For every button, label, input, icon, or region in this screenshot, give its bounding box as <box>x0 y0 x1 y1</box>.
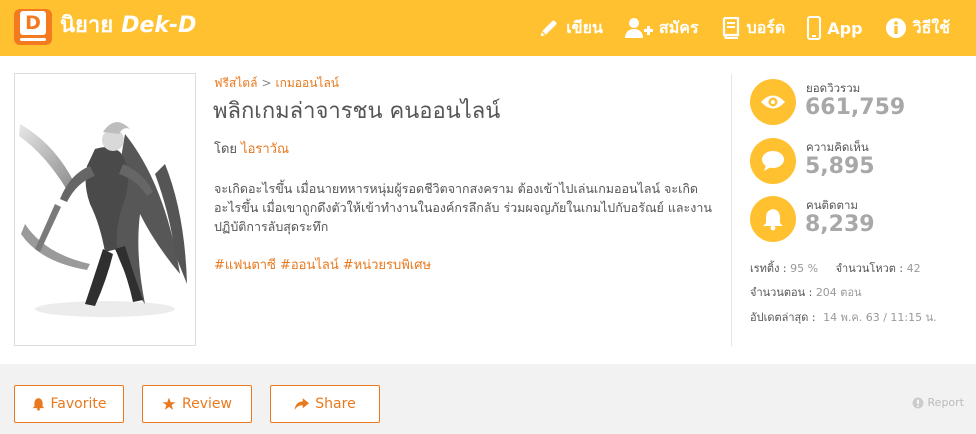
logo-letter: D <box>20 11 46 35</box>
report-label: Report <box>927 396 964 409</box>
bell-icon <box>32 398 44 411</box>
nav-register-label: สมัคร <box>658 17 699 37</box>
brand-thai: นิยาย <box>60 13 114 38</box>
alert-icon <box>912 397 923 408</box>
top-navbar: D นิยาย Dek-D เขียน สมัคร บอร์ด App วิธีใ… <box>0 0 976 56</box>
pencil-icon <box>540 20 557 37</box>
brand-english: Dek-D <box>121 13 197 38</box>
comments-count: 5,895 <box>805 154 875 179</box>
favorite-button[interactable]: Favorite <box>14 385 124 423</box>
bell-icon <box>750 196 796 242</box>
updated-label: อัปเดตล่าสุด : <box>750 311 816 324</box>
book-icon <box>722 17 739 39</box>
nav-app-label: App <box>827 18 863 38</box>
stat-comments: ความคิดเห็น 5,895 <box>750 138 960 186</box>
nav-register[interactable]: สมัคร <box>624 16 699 41</box>
rating-label: เรทติ้ง : <box>750 262 787 275</box>
dekd-logo-icon[interactable]: D <box>14 9 52 45</box>
report-link[interactable]: Report <box>912 396 964 409</box>
vertical-divider <box>731 74 732 346</box>
story-author: โดย ไอราวัณ <box>214 138 289 159</box>
star-icon <box>162 397 176 410</box>
votes-label: จำนวนโหวต : <box>835 262 904 275</box>
breadcrumb-subcategory[interactable]: เกมออนไลน์ <box>276 76 340 90</box>
nav-write[interactable]: เขียน <box>538 16 603 41</box>
brand-name[interactable]: นิยาย Dek-D <box>60 11 196 41</box>
chat-bubble-icon <box>750 138 796 184</box>
stat-views: ยอดวิวรวม 661,759 <box>750 79 960 127</box>
tag-link[interactable]: #แฟนตาซี <box>214 258 276 273</box>
votes-value: 42 <box>906 262 921 275</box>
followers-count: 8,239 <box>805 212 875 237</box>
add-user-icon <box>624 18 653 38</box>
info-icon <box>885 18 906 38</box>
nav-help-label: วิธีใช้ <box>912 17 950 37</box>
nav-help[interactable]: วิธีใช้ <box>885 16 950 41</box>
nav-board[interactable]: บอร์ด <box>721 16 786 41</box>
updated-value: 14 พ.ค. 63 / 11:15 น. <box>823 311 937 324</box>
share-label: Share <box>315 396 356 412</box>
chapters-value: 204 ตอน <box>815 286 862 299</box>
warrior-illustration-icon <box>15 74 195 345</box>
chapters-row: จำนวนตอน : 204 ตอน <box>750 283 862 301</box>
story-cover-image[interactable] <box>14 73 196 346</box>
breadcrumb-separator: > <box>261 76 272 90</box>
updated-row: อัปเดตล่าสุด : 14 พ.ค. 63 / 11:15 น. <box>750 308 937 326</box>
favorite-label: Favorite <box>50 396 107 412</box>
stat-followers: คนติดตาม 8,239 <box>750 196 960 244</box>
breadcrumb-category[interactable]: ฟรีสไตล์ <box>214 76 257 90</box>
breadcrumb: ฟรีสไตล์ > เกมออนไลน์ <box>214 74 339 93</box>
phone-icon <box>807 16 822 40</box>
nav-write-label: เขียน <box>566 17 603 37</box>
story-tags: #แฟนตาซี #ออนไลน์ #หน่วยรบพิเศษ <box>214 254 435 275</box>
eye-icon <box>750 79 796 125</box>
nav-app[interactable]: App <box>807 16 863 40</box>
story-synopsis: จะเกิดอะไรขึ้น เมื่อนายทหารหนุ่มผู้รอดชี… <box>214 181 712 234</box>
tag-link[interactable]: #ออนไลน์ <box>280 258 339 273</box>
main-nav: เขียน สมัคร บอร์ด App วิธีใช้ <box>516 0 950 56</box>
story-title: พลิกเกมล่าจารชน คนออนไลน์ <box>213 99 501 124</box>
tag-link[interactable]: #หน่วยรบพิเศษ <box>343 258 431 273</box>
chapters-label: จำนวนตอน : <box>750 286 813 299</box>
review-button[interactable]: Review <box>142 385 252 423</box>
author-prefix: โดย <box>214 142 238 157</box>
author-link[interactable]: ไอราวัณ <box>241 142 289 157</box>
share-arrow-icon <box>294 397 310 410</box>
rating-value: 95 % <box>790 262 819 275</box>
rating-row: เรทติ้ง : 95 % จำนวนโหวต : 42 <box>750 259 921 277</box>
share-button[interactable]: Share <box>270 385 380 423</box>
views-count: 661,759 <box>805 95 906 120</box>
nav-board-label: บอร์ด <box>746 17 786 37</box>
review-label: Review <box>182 396 232 412</box>
